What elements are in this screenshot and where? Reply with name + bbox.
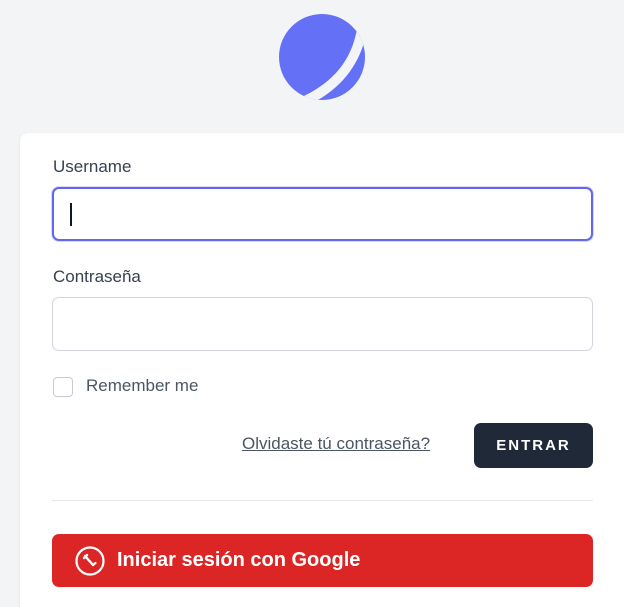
forgot-password-link[interactable]: Olvidaste tú contraseña? — [242, 434, 430, 454]
submit-button[interactable]: ENTRAR — [474, 423, 593, 468]
login-card: Username Contraseña Remember me Olvidast… — [20, 133, 624, 607]
password-label: Contraseña — [53, 267, 141, 286]
google-signin-button[interactable]: Iniciar sesión con Google — [52, 534, 593, 587]
username-label: Username — [53, 157, 132, 176]
divider — [52, 500, 593, 501]
text-caret — [70, 203, 72, 226]
moon-logo-icon — [279, 14, 365, 100]
app-logo — [278, 13, 366, 101]
remember-me-checkbox[interactable] — [53, 377, 73, 397]
remember-me-label[interactable]: Remember me — [86, 376, 198, 396]
google-signin-label: Iniciar sesión con Google — [117, 549, 361, 571]
google-icon — [75, 546, 105, 576]
password-input[interactable] — [52, 297, 593, 351]
username-input[interactable] — [52, 187, 593, 241]
